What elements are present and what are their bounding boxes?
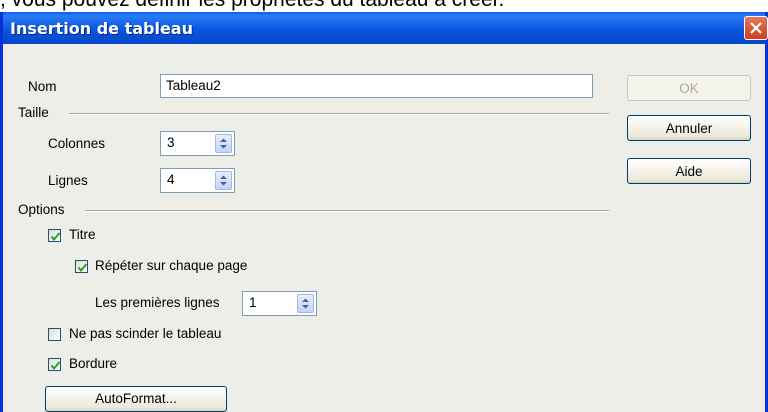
autoformat-button[interactable]: AutoFormat... [45,386,227,412]
dialog-body: Nom Tableau2 Taille Colonnes 3 Lignes 4 … [3,44,765,412]
checkmark-icon [50,232,61,242]
instruction-caption: , vous pouvez définir les propriétés du … [0,0,768,12]
dialog-titlebar[interactable]: Insertion de tableau [3,12,768,44]
title-checkbox[interactable] [48,229,61,242]
title-checkbox-label[interactable]: Titre [69,227,96,242]
columns-label: Colonnes [48,136,106,151]
insert-table-dialog: Insertion de tableau Nom Tableau2 Taille… [0,12,768,412]
columns-value: 3 [167,135,175,150]
repeat-heading-label[interactable]: Répéter sur chaque page [95,258,247,273]
columns-spinner[interactable]: 3 [160,131,235,156]
options-group-label: Options [18,202,65,217]
dialog-title: Insertion de tableau [10,19,193,38]
spin-updown-icon [302,298,309,309]
rows-spinner[interactable]: 4 [160,168,235,193]
size-group-label: Taille [18,105,49,120]
options-group-divider [85,210,609,212]
repeat-heading-checkbox[interactable] [75,260,88,273]
help-button[interactable]: Aide [627,158,751,184]
border-checkbox-label[interactable]: Bordure [69,356,117,371]
border-checkbox[interactable] [48,358,61,371]
first-rows-label: Les premières lignes [95,295,220,310]
no-split-checkbox[interactable] [48,328,61,341]
cancel-button[interactable]: Annuler [627,115,751,141]
rows-value: 4 [167,172,175,187]
ok-button[interactable]: OK [627,75,751,101]
columns-spin-arrows[interactable] [215,134,232,153]
close-icon [750,22,762,34]
close-button[interactable] [744,16,768,40]
checkmark-icon [77,263,88,273]
rows-spin-arrows[interactable] [215,171,232,190]
spin-updown-icon [220,175,227,186]
first-rows-spin-arrows[interactable] [297,294,314,313]
size-group-divider [69,113,609,115]
name-field[interactable]: Tableau2 [160,74,593,98]
no-split-label[interactable]: Ne pas scinder le tableau [69,326,221,341]
spin-updown-icon [220,138,227,149]
name-label: Nom [28,79,57,94]
first-rows-spinner[interactable]: 1 [242,291,317,316]
checkmark-icon [50,361,61,371]
rows-label: Lignes [48,173,88,188]
first-rows-value: 1 [249,295,257,310]
